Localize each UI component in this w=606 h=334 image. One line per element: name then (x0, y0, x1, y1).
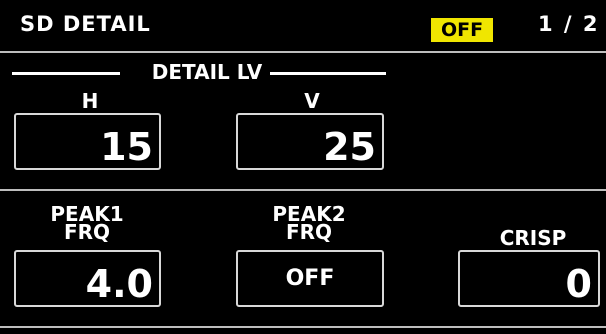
peak1-frq-label: PEAK1 FRQ (50, 202, 124, 244)
page-title: SD DETAIL (20, 12, 151, 36)
section-divider (0, 189, 606, 191)
h-value-box[interactable]: 15 (14, 113, 161, 170)
h-label: H (81, 89, 99, 113)
peak1-frq-value-box[interactable]: 4.0 (14, 250, 161, 307)
crisp-value: 0 (565, 262, 592, 306)
v-value-box[interactable]: 25 (236, 113, 384, 170)
v-label: V (304, 89, 320, 113)
h-value: 15 (100, 125, 153, 169)
crisp-value-box[interactable]: 0 (458, 250, 600, 307)
peak2-frq-value: OFF (285, 266, 335, 291)
detail-lv-title: DETAIL LV (151, 60, 263, 84)
sd-detail-screen: SD DETAIL OFF 1 / 2 DETAIL LV H 15 V 25 … (0, 0, 606, 334)
bottom-divider (0, 326, 606, 328)
detail-lv-group-title: DETAIL LV (12, 60, 386, 86)
peak2-frq-label: PEAK2 FRQ (272, 202, 346, 244)
peak2-frq-value-box[interactable]: OFF (236, 250, 384, 307)
v-value: 25 (323, 125, 376, 169)
crisp-label: CRISP (499, 226, 567, 250)
header-divider (0, 51, 606, 53)
status-badge[interactable]: OFF (431, 18, 493, 42)
group-title-line-right (270, 72, 386, 75)
peak1-frq-value: 4.0 (85, 262, 153, 306)
group-title-line-left (12, 72, 120, 75)
page-indicator: 1 / 2 (538, 12, 600, 36)
